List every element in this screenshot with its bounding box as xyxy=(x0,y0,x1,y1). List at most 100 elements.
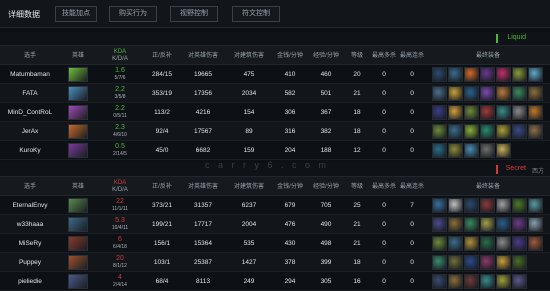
item-icon[interactable] xyxy=(464,255,479,270)
item-icon[interactable] xyxy=(464,124,479,139)
player-row[interactable]: pieliedie 4 2/4/14 68/4 8113 249 294 305 16 0 0 xyxy=(0,272,550,291)
player-row[interactable]: MinD_ContRoL 2.2 0/5/11 113/2 4216 154 306 367 1… xyxy=(0,103,550,122)
item-icon[interactable] xyxy=(496,255,511,270)
tab-vision[interactable]: 视野控制 xyxy=(170,6,218,22)
item-icon[interactable] xyxy=(512,124,527,139)
item-icon[interactable] xyxy=(448,124,463,139)
item-icon[interactable] xyxy=(528,236,543,251)
item-icon[interactable] xyxy=(512,255,527,270)
item-icon[interactable] xyxy=(432,143,447,158)
item-icon[interactable] xyxy=(496,217,511,232)
hero-portrait[interactable] xyxy=(68,67,88,82)
item-icon[interactable] xyxy=(512,217,527,232)
item-icon[interactable] xyxy=(464,105,479,120)
hero-portrait[interactable] xyxy=(68,236,88,251)
item-icon[interactable] xyxy=(448,143,463,158)
item-icon[interactable] xyxy=(448,274,463,289)
item-icon[interactable] xyxy=(464,198,479,213)
item-icon[interactable] xyxy=(464,274,479,289)
item-icon[interactable] xyxy=(432,105,447,120)
item-icon[interactable] xyxy=(496,124,511,139)
player-name[interactable]: MiSeRy xyxy=(0,234,60,253)
hero-portrait[interactable] xyxy=(68,105,88,120)
item-icon[interactable] xyxy=(512,236,527,251)
player-row[interactable]: Puppey 20 8/1/12 103/1 25387 1427 378 399 18 0 0 xyxy=(0,253,550,272)
item-icon[interactable] xyxy=(448,198,463,213)
player-name[interactable]: Matumbaman xyxy=(0,65,60,84)
item-icon[interactable] xyxy=(496,274,511,289)
item-icon[interactable] xyxy=(496,105,511,120)
item-icon[interactable] xyxy=(432,124,447,139)
item-icon[interactable] xyxy=(480,217,495,232)
item-icon[interactable] xyxy=(528,124,543,139)
item-icon[interactable] xyxy=(528,217,543,232)
player-name[interactable]: JerAx xyxy=(0,122,60,141)
player-row[interactable]: FATA 2.2 3/5/8 353/19 17356 2034 582 501 21 0 0 xyxy=(0,84,550,103)
item-icon[interactable] xyxy=(480,124,495,139)
item-icon[interactable] xyxy=(496,143,511,158)
item-icon[interactable] xyxy=(496,198,511,213)
player-name[interactable]: FATA xyxy=(0,84,60,103)
player-name[interactable]: KuroKy xyxy=(0,141,60,160)
item-icon[interactable] xyxy=(448,86,463,101)
item-icon[interactable] xyxy=(496,67,511,82)
item-icon[interactable] xyxy=(528,105,543,120)
player-name[interactable]: pieliedie xyxy=(0,272,60,291)
tab-skill-build[interactable]: 技能加点 xyxy=(55,6,97,22)
player-name[interactable]: MinD_ContRoL xyxy=(0,103,60,122)
item-icon[interactable] xyxy=(496,236,511,251)
item-icon[interactable] xyxy=(480,67,495,82)
player-name[interactable]: Puppey xyxy=(0,253,60,272)
item-icon[interactable] xyxy=(480,198,495,213)
item-icon[interactable] xyxy=(448,217,463,232)
item-icon[interactable] xyxy=(464,236,479,251)
item-icon[interactable] xyxy=(512,274,527,289)
tab-purchases[interactable]: 购买行为 xyxy=(109,6,157,22)
item-icon[interactable] xyxy=(464,143,479,158)
item-icon[interactable] xyxy=(480,86,495,101)
item-icon[interactable] xyxy=(464,217,479,232)
hero-portrait[interactable] xyxy=(68,143,88,158)
player-row[interactable]: KuroKy 0.5 2/14/5 45/0 6682 159 204 188 12 0 0 xyxy=(0,141,550,160)
item-icon[interactable] xyxy=(448,236,463,251)
item-icon[interactable] xyxy=(480,143,495,158)
item-icon[interactable] xyxy=(480,255,495,270)
hero-portrait[interactable] xyxy=(68,217,88,232)
hero-portrait[interactable] xyxy=(68,255,88,270)
player-row[interactable]: Matumbaman 1.6 5/7/6 284/15 19665 475 410 460 20… xyxy=(0,65,550,84)
item-icon[interactable] xyxy=(432,274,447,289)
item-icon[interactable] xyxy=(432,198,447,213)
hero-portrait[interactable] xyxy=(68,86,88,101)
hero-portrait[interactable] xyxy=(68,124,88,139)
item-icon[interactable] xyxy=(528,86,543,101)
tab-runes[interactable]: 符文控制 xyxy=(232,6,280,22)
item-icon[interactable] xyxy=(512,67,527,82)
item-icon[interactable] xyxy=(432,255,447,270)
item-icon[interactable] xyxy=(528,67,543,82)
item-icon[interactable] xyxy=(480,105,495,120)
player-name[interactable]: w33haaa xyxy=(0,215,60,234)
item-icon[interactable] xyxy=(496,86,511,101)
hero-portrait[interactable] xyxy=(68,198,88,213)
item-icon[interactable] xyxy=(480,236,495,251)
item-icon[interactable] xyxy=(448,255,463,270)
player-name[interactable]: EternalEnvy xyxy=(0,196,60,215)
item-icon[interactable] xyxy=(432,236,447,251)
item-icon[interactable] xyxy=(432,86,447,101)
item-icon[interactable] xyxy=(464,86,479,101)
player-row[interactable]: EternalEnvy 22 11/1/11 373/21 31357 6237 679 70… xyxy=(0,196,550,215)
item-icon[interactable] xyxy=(432,67,447,82)
player-row[interactable]: MiSeRy 6 6/4/18 156/1 15364 535 430 498 21 0 0 xyxy=(0,234,550,253)
item-icon[interactable] xyxy=(512,86,527,101)
hero-portrait[interactable] xyxy=(68,274,88,289)
player-row[interactable]: JerAx 2.3 4/6/10 92/4 17567 89 316 382 18 0 0 xyxy=(0,122,550,141)
item-icon[interactable] xyxy=(448,105,463,120)
item-icon[interactable] xyxy=(480,274,495,289)
item-icon[interactable] xyxy=(528,198,543,213)
item-icon[interactable] xyxy=(432,217,447,232)
item-icon[interactable] xyxy=(464,67,479,82)
item-icon[interactable] xyxy=(448,67,463,82)
item-icon[interactable] xyxy=(512,105,527,120)
player-row[interactable]: w33haaa 5.3 10/4/11 199/21 17717 2004 476 490 21… xyxy=(0,215,550,234)
item-icon[interactable] xyxy=(512,198,527,213)
